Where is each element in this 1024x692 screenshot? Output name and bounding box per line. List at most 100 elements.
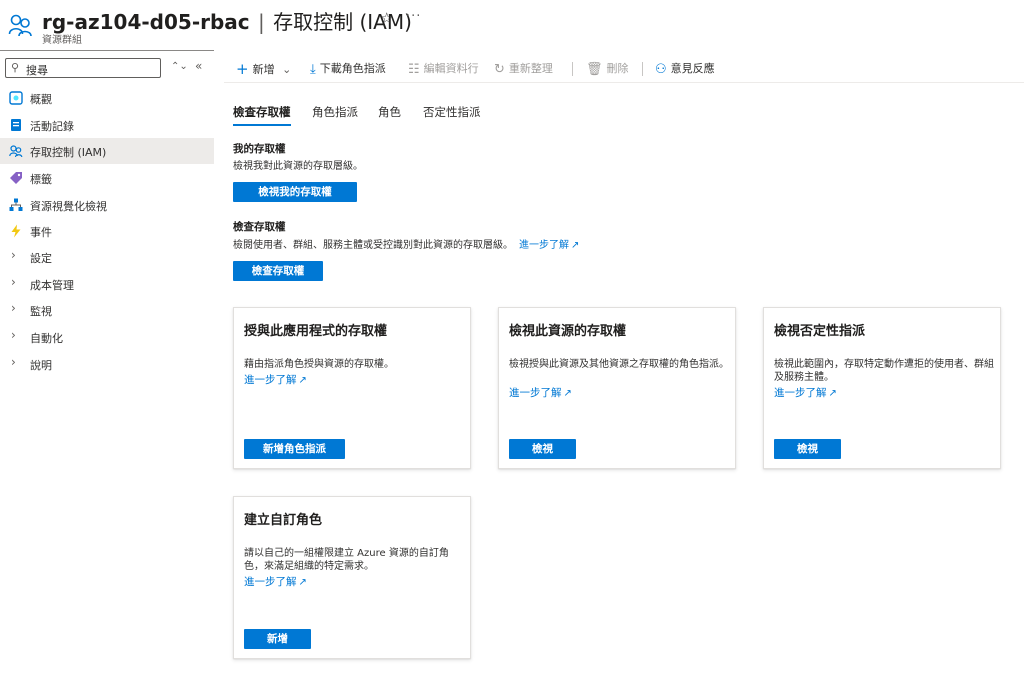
card-title: 檢視否定性指派 xyxy=(774,324,866,339)
download-label: 下載角色指派 xyxy=(319,62,386,75)
toolbar-divider xyxy=(572,62,573,76)
learn-more-label: 進一步了解 xyxy=(244,374,297,386)
sidebar-item-label: 存取控制 (IAM) xyxy=(30,146,107,159)
chevron-down-icon: ⌄ xyxy=(282,63,292,76)
add-label: 新增 xyxy=(252,63,275,76)
sidebar-item-automation[interactable]: › 自動化 xyxy=(0,324,214,350)
tab-roles[interactable]: 角色 xyxy=(378,104,401,120)
card-description: 檢視授與此資源及其他資源之存取權的角色指派。 xyxy=(509,359,729,370)
add-button[interactable]: + 新增 ⌄ xyxy=(236,60,291,78)
chevron-right-icon: › xyxy=(11,301,16,315)
refresh-icon: ↻ xyxy=(494,62,505,77)
view-access-button[interactable]: 檢視 xyxy=(509,439,576,459)
sidebar-item-label: 事件 xyxy=(30,226,52,239)
learn-more-link[interactable]: 進一步了解 ↗ xyxy=(509,385,572,400)
learn-more-label: 進一步了解 xyxy=(774,387,827,399)
learn-more-label: 進一步了解 xyxy=(244,576,297,588)
overview-icon xyxy=(9,91,23,105)
sidebar-item-events[interactable]: 事件 xyxy=(0,218,214,244)
sidebar-item-settings[interactable]: › 設定 xyxy=(0,244,214,270)
create-custom-role-card: 建立自訂角色 請以自己的一組權限建立 Azure 資源的自訂角色，來滿足組織的特… xyxy=(233,496,471,659)
sidebar-item-label: 成本管理 xyxy=(30,279,74,292)
feedback-label: 意見反應 xyxy=(670,62,715,75)
command-bar: + 新增 ⌄ ⤓ 下載角色指派 ☷ 編輯資料行 ↻ 重新整理 🗑 刪除 ⚇ 意見反應 xyxy=(228,56,1018,80)
sidebar-item-label: 概觀 xyxy=(30,93,52,106)
search-icon: ⚲ xyxy=(11,61,20,74)
sidebar-item-overview[interactable]: 概觀 xyxy=(0,85,214,111)
tab-role-assignments[interactable]: 角色指派 xyxy=(312,104,358,120)
add-custom-role-button[interactable]: 新增 xyxy=(244,629,311,649)
learn-more-label: 進一步了解 xyxy=(509,387,562,399)
download-icon: ⤓ xyxy=(310,62,316,77)
sidebar-item-resource-visualizer[interactable]: 資源視覺化檢視 xyxy=(0,192,214,218)
sidebar-top-border xyxy=(0,50,214,51)
more-options-button[interactable]: ··· xyxy=(406,9,421,24)
sidebar-item-tags[interactable]: 標籤 xyxy=(0,165,214,191)
sidebar-item-activity-log[interactable]: 活動記錄 xyxy=(0,112,214,138)
check-access-desc-text: 檢閱使用者、群組、服務主體或受控識別對此資源的存取層級。 xyxy=(233,240,513,251)
card-title: 授與此應用程式的存取權 xyxy=(244,324,388,339)
sidebar-item-label: 監視 xyxy=(30,305,52,318)
toolbar-divider xyxy=(642,62,643,76)
sidebar-item-monitoring[interactable]: › 監視 xyxy=(0,297,214,323)
learn-more-link[interactable]: 進一步了解 ↗ xyxy=(774,385,837,400)
chevron-right-icon: › xyxy=(11,248,16,262)
resource-type-subtitle: 資源群組 xyxy=(42,35,82,46)
collapse-sidebar-button[interactable]: « xyxy=(195,59,202,73)
check-access-title: 檢查存取權 xyxy=(233,221,286,233)
active-tab-indicator xyxy=(233,124,291,126)
sidebar-item-label: 活動記錄 xyxy=(30,120,74,133)
view-access-card: 檢視此資源的存取權 檢視授與此資源及其他資源之存取權的角色指派。 進一步了解 ↗ … xyxy=(498,307,736,469)
card-description: 請以自己的一組權限建立 Azure 資源的自訂角色，來滿足組織的特定需求。 xyxy=(244,548,449,572)
check-access-button[interactable]: 檢查存取權 xyxy=(233,261,323,281)
feedback-button[interactable]: ⚇ 意見反應 xyxy=(655,60,715,78)
view-my-access-button[interactable]: 檢視我的存取權 xyxy=(233,182,357,202)
card-title: 檢視此資源的存取權 xyxy=(509,324,627,339)
view-deny-assignments-button[interactable]: 檢視 xyxy=(774,439,841,459)
sort-toggle-icon[interactable]: ⌃⌄ xyxy=(171,61,188,72)
view-deny-assignments-card: 檢視否定性指派 檢視此範圍內，存取特定動作遭拒的使用者、群組及服務主體。 進一步… xyxy=(763,307,1001,469)
sidebar-item-label: 自動化 xyxy=(30,332,63,345)
external-link-icon: ↗ xyxy=(298,577,307,588)
my-access-desc: 檢視我對此資源的存取層級。 xyxy=(233,161,363,172)
trash-icon: 🗑 xyxy=(586,62,603,77)
learn-more-link[interactable]: 進一步了解 ↗ xyxy=(244,372,307,387)
tab-deny-assignments[interactable]: 否定性指派 xyxy=(423,104,481,120)
add-role-assignment-button[interactable]: 新增角色指派 xyxy=(244,439,345,459)
learn-more-link[interactable]: 進一步了解 ↗ xyxy=(519,240,579,251)
sidebar-item-label: 資源視覺化檢視 xyxy=(30,200,107,213)
sidebar-item-label: 說明 xyxy=(30,359,52,372)
sidebar-item-label: 標籤 xyxy=(30,173,52,186)
iam-people-icon xyxy=(8,14,32,37)
check-access-desc: 檢閱使用者、群組、服務主體或受控識別對此資源的存取層級。 進一步了解 ↗ xyxy=(233,236,579,251)
chevron-right-icon: › xyxy=(11,275,16,289)
learn-more-link[interactable]: 進一步了解 ↗ xyxy=(244,574,307,589)
tab-check-access[interactable]: 檢查存取權 xyxy=(233,104,291,120)
sidebar-item-label: 設定 xyxy=(30,252,52,265)
sidebar-item-cost-management[interactable]: › 成本管理 xyxy=(0,271,214,297)
card-title: 建立自訂角色 xyxy=(244,513,323,528)
card-description: 藉由指派角色授與資源的存取權。 xyxy=(244,359,394,370)
columns-icon: ☷ xyxy=(408,62,420,77)
title-separator: | xyxy=(258,10,265,34)
sidebar-item-help[interactable]: › 說明 xyxy=(0,351,214,377)
sidebar-search-input[interactable]: ⚲ 搜尋 xyxy=(5,58,161,78)
grant-access-card: 授與此應用程式的存取權 藉由指派角色授與資源的存取權。 進一步了解 ↗ 新增角色指… xyxy=(233,307,471,469)
external-link-icon: ↗ xyxy=(563,388,572,399)
activity-log-icon xyxy=(11,119,21,131)
feedback-icon: ⚇ xyxy=(655,62,667,77)
learn-more-label: 進一步了解 xyxy=(519,240,569,251)
chevron-right-icon: › xyxy=(11,328,16,342)
my-access-title: 我的存取權 xyxy=(233,143,286,155)
favorite-star-icon[interactable]: ☆ xyxy=(380,9,393,27)
external-link-icon: ↗ xyxy=(828,388,837,399)
plus-icon: + xyxy=(236,60,249,78)
chevron-right-icon: › xyxy=(11,355,16,369)
sidebar-item-iam[interactable]: 存取控制 (IAM) xyxy=(0,138,214,164)
page-title: rg-az104-d05-rbac | 存取控制 (IAM) xyxy=(42,6,412,35)
delete-button[interactable]: 🗑 刪除 xyxy=(586,60,629,78)
edit-columns-button[interactable]: ☷ 編輯資料行 xyxy=(408,60,479,78)
tag-icon xyxy=(10,172,22,184)
download-role-assignments-button[interactable]: ⤓ 下載角色指派 xyxy=(310,60,386,78)
refresh-button[interactable]: ↻ 重新整理 xyxy=(494,60,553,78)
